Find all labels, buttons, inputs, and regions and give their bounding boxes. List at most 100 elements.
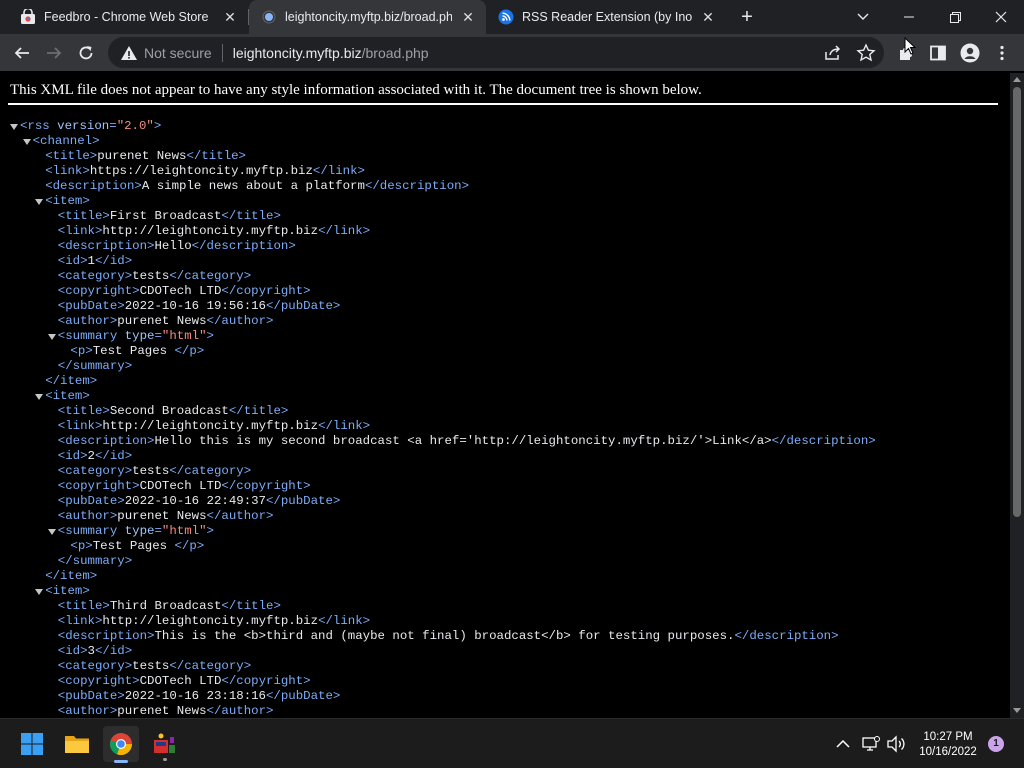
xml-token: <summary xyxy=(57,524,118,538)
xml-token: "html" xyxy=(161,329,207,343)
minimize-icon[interactable] xyxy=(886,0,932,34)
chrome-taskbar-button[interactable] xyxy=(103,726,139,763)
xml-token: <category> xyxy=(57,659,133,673)
xml-token: <link> xyxy=(57,224,103,238)
share-icon[interactable] xyxy=(823,43,843,63)
url-host: leightoncity.myftp.biz xyxy=(232,44,362,61)
scroll-up-arrow-icon[interactable] xyxy=(1013,77,1021,82)
collapse-toggle-icon[interactable] xyxy=(35,394,44,400)
scroll-down-arrow-icon[interactable] xyxy=(1013,708,1021,713)
xml-token: = xyxy=(154,524,162,538)
scrollbar-thumb[interactable] xyxy=(1013,87,1021,517)
app-tool-button[interactable] xyxy=(147,726,183,762)
new-tab-plus-icon[interactable]: + xyxy=(736,6,758,28)
xml-token: </summary> xyxy=(57,359,133,373)
xml-token: </copyright> xyxy=(221,674,311,688)
xml-token: </p> xyxy=(174,344,205,358)
profile-button[interactable] xyxy=(954,37,986,69)
volume-icon[interactable] xyxy=(886,734,906,754)
xml-token: <link> xyxy=(57,419,103,433)
xml-line: <category>tests</category> xyxy=(0,464,876,479)
xml-token: </category> xyxy=(169,269,252,283)
side-panel-button[interactable] xyxy=(922,37,954,69)
xml-token: </author> xyxy=(206,704,274,718)
xml-token: CDOTech LTD xyxy=(139,284,222,298)
xml-line: <item> xyxy=(0,389,876,404)
tab-broad-php[interactable]: leightoncity.myftp.biz/broad.php ✕ xyxy=(249,0,486,34)
xml-line: <channel> xyxy=(0,134,876,149)
collapse-toggle-icon[interactable] xyxy=(35,199,44,205)
xml-token: <title> xyxy=(45,149,98,163)
xml-line: <description>This is the <b>third and (m… xyxy=(0,629,876,644)
chrome-web-store-icon xyxy=(21,9,35,24)
xml-token: </copyright> xyxy=(221,284,311,298)
collapse-toggle-icon[interactable] xyxy=(47,529,56,535)
xml-token: <channel> xyxy=(32,134,100,148)
xml-token: <rss xyxy=(20,119,50,133)
vertical-scrollbar[interactable] xyxy=(1010,73,1024,718)
windows-taskbar: 10:27 PM 10/16/2022 1 xyxy=(0,718,1024,768)
xml-token: Hello xyxy=(154,239,192,253)
xml-line: <title>Second Broadcast</title> xyxy=(0,404,876,419)
xml-token: Hello this is my second broadcast <a hre… xyxy=(154,434,772,448)
start-button[interactable] xyxy=(14,726,50,762)
xml-token: </description> xyxy=(364,179,470,193)
network-icon[interactable] xyxy=(861,734,881,754)
tab-search-chevron-icon[interactable] xyxy=(840,0,886,34)
collapse-toggle-icon[interactable] xyxy=(10,124,18,130)
close-icon[interactable]: ✕ xyxy=(458,7,478,27)
xml-token: </id> xyxy=(94,644,133,658)
close-window-icon[interactable] xyxy=(978,0,1024,34)
warning-triangle-icon[interactable] xyxy=(120,44,138,62)
collapse-toggle-icon[interactable] xyxy=(35,589,44,595)
reload-icon xyxy=(79,46,93,60)
xml-token: <pubDate> xyxy=(57,494,125,508)
xml-token: <id> xyxy=(57,644,88,658)
menu-button[interactable] xyxy=(986,37,1018,69)
reload-button[interactable] xyxy=(70,37,102,69)
xml-line: <copyright>CDOTech LTD</copyright> xyxy=(0,284,876,299)
chevron-up-icon[interactable] xyxy=(833,734,853,754)
collapse-toggle-icon[interactable] xyxy=(22,139,31,145)
close-icon[interactable]: ✕ xyxy=(220,7,240,27)
xml-token: type xyxy=(117,329,155,343)
taskbar-clock[interactable]: 10:27 PM 10/16/2022 xyxy=(916,730,980,760)
tab-strip: Feedbro - Chrome Web Store ✕ leightoncit… xyxy=(0,0,1024,34)
xml-line: <title>First Broadcast</title> xyxy=(0,209,876,224)
xml-line: <pubDate>2022-10-16 23:18:16</pubDate> xyxy=(0,689,876,704)
xml-token: <p> xyxy=(70,344,93,358)
tab-feedbro[interactable]: Feedbro - Chrome Web Store ✕ xyxy=(0,0,248,34)
xml-line: <link>https://leightoncity.myftp.biz</li… xyxy=(0,164,876,179)
xml-token: tests xyxy=(132,464,170,478)
collapse-toggle-icon[interactable] xyxy=(47,334,56,340)
xml-line: <author>purenet News</author> xyxy=(0,704,876,718)
xml-line: <category>tests</category> xyxy=(0,659,876,674)
xml-token: CDOTech LTD xyxy=(139,479,222,493)
xml-line: <copyright>CDOTech LTD</copyright> xyxy=(0,479,876,494)
address-bar[interactable]: Not secure leightoncity.myftp.biz/broad.… xyxy=(108,37,884,68)
xml-line: </item> xyxy=(0,374,876,389)
notification-badge[interactable]: 1 xyxy=(988,736,1004,752)
xml-token: </category> xyxy=(169,464,252,478)
xml-token: <pubDate> xyxy=(57,689,125,703)
xml-token: <copyright> xyxy=(57,284,140,298)
xml-token: 3 xyxy=(87,644,95,658)
back-button[interactable] xyxy=(6,37,38,69)
xml-token: First Broadcast xyxy=(109,209,222,223)
xml-token: <description> xyxy=(57,239,155,253)
forward-button[interactable] xyxy=(38,37,70,69)
file-explorer-button[interactable] xyxy=(59,726,95,762)
bookmark-star-icon[interactable] xyxy=(856,43,876,63)
xml-token: <category> xyxy=(57,269,133,283)
clock-date: 10/16/2022 xyxy=(919,746,977,758)
restore-icon[interactable] xyxy=(932,0,978,34)
xml-line: <id>3</id> xyxy=(0,644,876,659)
xml-token: <link> xyxy=(57,614,103,628)
close-icon[interactable]: ✕ xyxy=(698,7,718,27)
inoreader-icon xyxy=(498,9,514,25)
xml-token: </author> xyxy=(206,509,274,523)
clock-time: 10:27 PM xyxy=(923,731,973,743)
xml-token: http://leightoncity.myftp.biz xyxy=(102,614,319,628)
security-label[interactable]: Not secure xyxy=(144,45,212,61)
tab-rss-reader[interactable]: RSS Reader Extension (by Inoreader) ✕ xyxy=(486,0,726,34)
